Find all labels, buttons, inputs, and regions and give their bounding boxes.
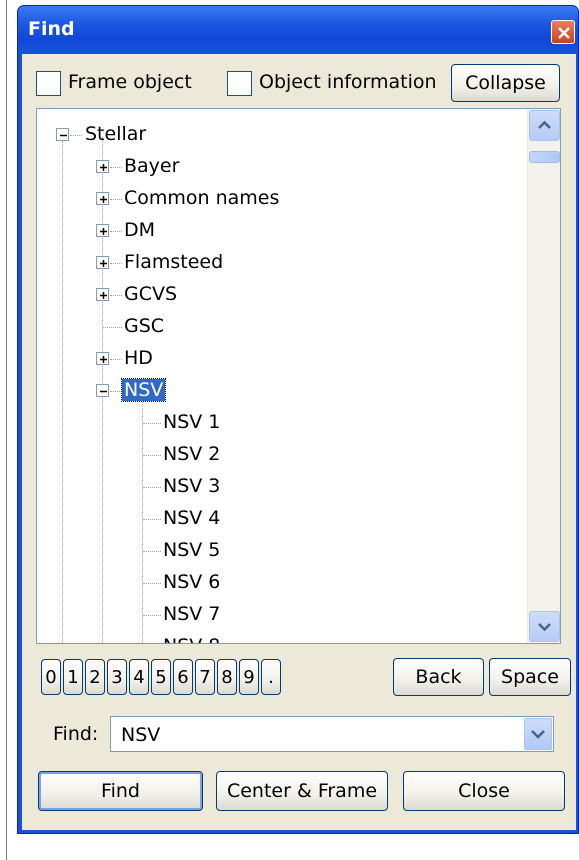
digit-3-button[interactable]: 3 (107, 659, 127, 695)
tree-line (110, 391, 122, 392)
find-input[interactable]: NSV (121, 724, 160, 746)
tree-node-dm[interactable]: DM (124, 219, 155, 241)
digit-5-button[interactable]: 5 (151, 659, 171, 695)
tree-node-nsv-4[interactable]: NSV 4 (163, 507, 220, 529)
catalog-tree[interactable]: Stellar Bayer Common names DM Flamsteed … (36, 108, 561, 644)
find-combobox[interactable]: NSV (110, 716, 554, 752)
digit-9-button[interactable]: 9 (239, 659, 259, 695)
expand-toggle[interactable] (96, 192, 109, 205)
tree-line (110, 359, 122, 360)
object-information-box[interactable] (227, 71, 252, 96)
tree-node-bayer[interactable]: Bayer (124, 155, 179, 177)
object-information-label: Object information (259, 71, 437, 93)
frame-object-checkbox[interactable]: Frame object (36, 71, 206, 97)
collapse-button[interactable]: Collapse (451, 64, 560, 102)
digit-8-button[interactable]: 8 (217, 659, 237, 695)
close-window-button[interactable] (551, 20, 575, 44)
tree-line (143, 487, 161, 488)
tree-node-flamsteed[interactable]: Flamsteed (124, 251, 223, 273)
expand-toggle[interactable] (96, 256, 109, 269)
tree-node-nsv-3[interactable]: NSV 3 (163, 475, 220, 497)
tree-line (142, 391, 143, 643)
digit-0-button[interactable]: 0 (41, 659, 61, 695)
tree-node-nsv-2[interactable]: NSV 2 (163, 443, 220, 465)
dialog-client: Frame object Object information Collapse… (22, 54, 576, 830)
close-button[interactable]: Close (403, 771, 565, 811)
expand-toggle[interactable] (96, 288, 109, 301)
tree-node-gcvs[interactable]: GCVS (124, 283, 177, 305)
tree-node-nsv-8[interactable]: NSV 8 (163, 635, 220, 643)
tree-node-nsv[interactable]: NSV (120, 378, 167, 402)
object-information-checkbox[interactable]: Object information (227, 71, 442, 97)
tree-line (110, 295, 122, 296)
tree-line (143, 455, 161, 456)
collapse-stellar-toggle[interactable] (56, 128, 69, 141)
find-dialog: Find Frame object Object information Col… (17, 5, 579, 834)
tree-node-nsv-6[interactable]: NSV 6 (163, 571, 220, 593)
expand-toggle[interactable] (96, 160, 109, 173)
center-frame-button[interactable]: Center & Frame (216, 771, 388, 811)
find-button[interactable]: Find (38, 771, 203, 811)
tree-line (103, 327, 122, 328)
tree-line (62, 141, 63, 643)
digit-2-button[interactable]: 2 (85, 659, 105, 695)
tree-line (143, 423, 161, 424)
scroll-down-button[interactable] (529, 611, 560, 642)
frame-object-box[interactable] (36, 71, 61, 96)
tree-node-gsc[interactable]: GSC (124, 315, 164, 337)
tree-line (143, 551, 161, 552)
tree-node-nsv-7[interactable]: NSV 7 (163, 603, 220, 625)
title-bar[interactable]: Find (18, 6, 578, 54)
tree-line (110, 167, 122, 168)
collapse-nsv-toggle[interactable] (96, 384, 109, 397)
tree-node-hd[interactable]: HD (124, 347, 153, 369)
tree-node-nsv-1[interactable]: NSV 1 (163, 411, 220, 433)
tree-line (143, 519, 161, 520)
back-button[interactable]: Back (393, 658, 484, 696)
background-window-edge (0, 0, 7, 860)
tree-line (110, 231, 122, 232)
tree-line (110, 263, 122, 264)
digit-4-button[interactable]: 4 (129, 659, 149, 695)
tree-line (143, 583, 161, 584)
tree-line (70, 135, 82, 136)
chevron-down-icon (530, 623, 559, 643)
tree-node-nsv-5[interactable]: NSV 5 (163, 539, 220, 561)
tree-scrollbar[interactable] (527, 109, 560, 643)
digit-1-button[interactable]: 1 (63, 659, 83, 695)
space-button[interactable]: Space (489, 658, 571, 696)
tree-node-common-names[interactable]: Common names (124, 187, 279, 209)
scroll-thumb[interactable] (529, 151, 560, 163)
find-dropdown-button[interactable] (524, 718, 552, 750)
scroll-up-button[interactable] (529, 110, 560, 141)
expand-toggle[interactable] (96, 352, 109, 365)
frame-object-label: Frame object (68, 71, 192, 93)
chevron-up-icon (530, 120, 559, 145)
decimal-point-button[interactable]: . (261, 659, 281, 695)
find-label: Find: (53, 723, 99, 745)
tree-node-stellar[interactable]: Stellar (85, 123, 146, 145)
chevron-down-icon (525, 730, 551, 754)
tree-line (110, 199, 122, 200)
digit-6-button[interactable]: 6 (173, 659, 193, 695)
window-title: Find (28, 18, 75, 40)
tree-line (143, 615, 161, 616)
expand-toggle[interactable] (96, 224, 109, 237)
digit-7-button[interactable]: 7 (195, 659, 215, 695)
